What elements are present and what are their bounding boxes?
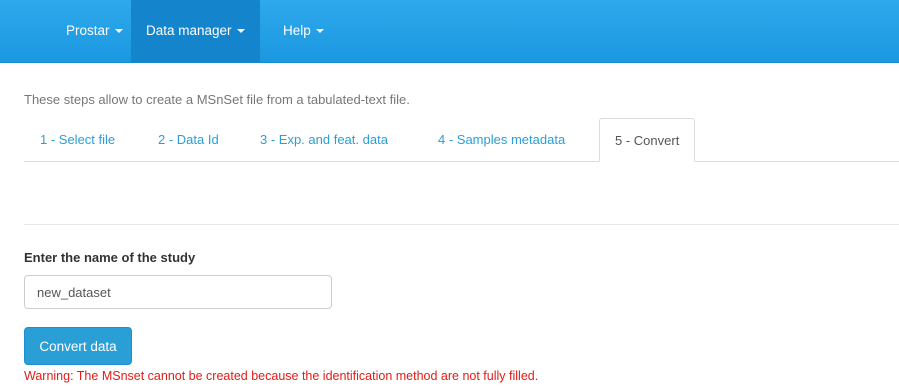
- caret-down-icon: [236, 29, 245, 34]
- nav-label-help: Help: [283, 23, 311, 38]
- nav-menu-help[interactable]: Help: [268, 0, 339, 62]
- caret-down-icon: [315, 29, 324, 34]
- convert-data-button[interactable]: Convert data: [24, 327, 132, 365]
- caret-down-icon: [114, 29, 123, 34]
- tab-select-file[interactable]: 1 - Select file: [25, 118, 130, 161]
- intro-text: These steps allow to create a MSnSet fil…: [24, 92, 410, 107]
- nav-menu-data-manager[interactable]: Data manager: [131, 0, 260, 62]
- tab-exp-feat-data[interactable]: 3 - Exp. and feat. data: [245, 118, 403, 161]
- study-name-label: Enter the name of the study: [24, 250, 196, 265]
- section-divider: [24, 224, 899, 225]
- tab-convert[interactable]: 5 - Convert: [599, 118, 696, 162]
- nav-label-prostar: Prostar: [66, 23, 110, 38]
- top-navbar: Prostar Data manager Help: [0, 0, 899, 63]
- nav-menu-prostar[interactable]: Prostar: [51, 0, 138, 62]
- step-tabs: 1 - Select file 2 - Data Id 3 - Exp. and…: [24, 118, 899, 162]
- nav-label-data-manager: Data manager: [146, 23, 232, 38]
- tab-data-id[interactable]: 2 - Data Id: [143, 118, 234, 161]
- study-name-input[interactable]: [24, 275, 332, 309]
- tab-samples-metadata[interactable]: 4 - Samples metadata: [423, 118, 580, 161]
- warning-message: Warning: The MSnset cannot be created be…: [24, 369, 539, 383]
